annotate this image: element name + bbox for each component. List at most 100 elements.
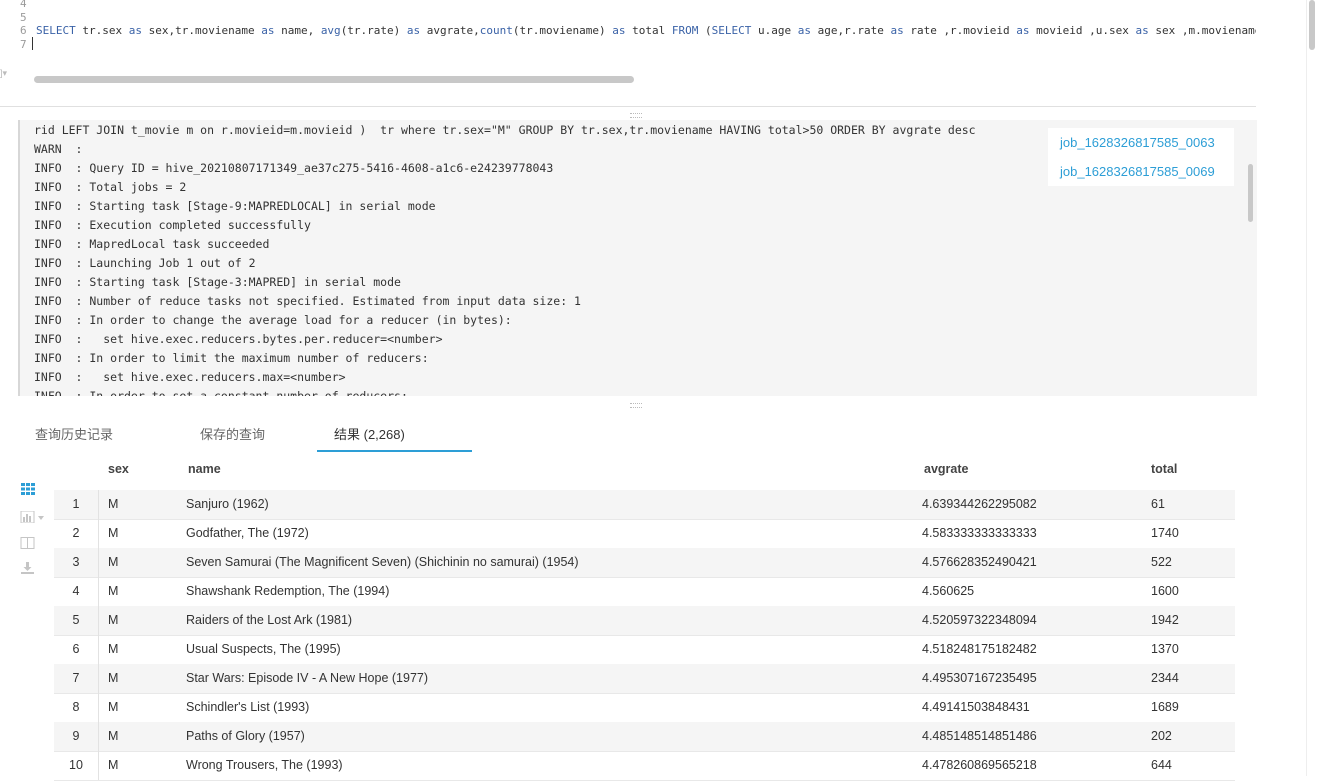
code-token: rate ,r.movieid: [903, 24, 1017, 37]
table-row[interactable]: 8 M Schindler's List (1993) 4.4914150384843…: [54, 693, 1235, 723]
row-index: 8: [54, 693, 99, 722]
text-cursor: [32, 37, 33, 50]
code-token: name,: [274, 24, 321, 37]
page-scrollbar-track: [1306, 0, 1318, 776]
cell-name: Star Wars: Episode IV - A New Hope (1977…: [186, 671, 429, 685]
column-header-avgrate[interactable]: avgrate: [924, 462, 968, 476]
code-token: avg: [320, 24, 341, 37]
tab-saved-queries[interactable]: 保存的查询: [200, 424, 265, 443]
log-line: INFO : Starting task [Stage-3:MAPRED] in…: [34, 275, 401, 289]
code-token: sex,tr.moviename: [141, 24, 262, 37]
row-index: 6: [54, 635, 99, 664]
cell-total: 2344: [1151, 671, 1179, 685]
log-line: INFO : Query ID = hive_20210807171349_ae…: [34, 161, 554, 175]
log-line: INFO : Execution completed successfully: [34, 218, 311, 232]
row-index: 2: [54, 519, 99, 548]
download-icon[interactable]: [20, 562, 36, 574]
tab-query-history[interactable]: 查询历史记录: [35, 424, 113, 443]
table-row[interactable]: 5 M Raiders of the Lost Ark (1981) 4.520597…: [54, 606, 1235, 636]
log-line: rid LEFT JOIN t_movie m on r.movieid=m.m…: [34, 123, 976, 137]
log-line: INFO : Launching Job 1 out of 2: [34, 256, 256, 270]
cell-name: Paths of Glory (1957): [186, 729, 305, 743]
cell-sex: M: [108, 555, 119, 569]
cell-sex: M: [108, 497, 119, 511]
line-number: 5: [20, 11, 27, 24]
cell-sex: M: [108, 700, 119, 714]
job-link[interactable]: job_1628326817585_0063: [1048, 128, 1234, 157]
editor-divider: [0, 106, 1256, 107]
log-line: WARN :: [34, 142, 83, 156]
sql-editor[interactable]: 4 5 6 7 SELECT tr.sex as sex,tr.movienam…: [0, 0, 1256, 88]
code-token: (: [698, 24, 712, 37]
column-header-sex[interactable]: sex: [108, 462, 129, 476]
line-number: 4: [20, 0, 27, 10]
cell-total: 1689: [1151, 700, 1179, 714]
code-token: tr.sex: [75, 24, 129, 37]
table-row[interactable]: 6 M Usual Suspects, The (1995) 4.5182481751…: [54, 635, 1235, 665]
cell-total: 1740: [1151, 526, 1179, 540]
log-line: INFO : In order to change the average lo…: [34, 313, 512, 327]
code-token: as: [261, 24, 275, 37]
log-line: INFO : set hive.exec.reducers.max=<numbe…: [34, 370, 346, 384]
code-token: movieid ,u.sex: [1029, 24, 1136, 37]
cell-sex: M: [108, 584, 119, 598]
code-token: as: [1016, 24, 1030, 37]
page-scrollbar[interactable]: [1309, 0, 1315, 50]
table-row[interactable]: 2 M Godfather, The (1972) 4.583333333333333…: [54, 519, 1235, 549]
code-token: SELECT: [36, 24, 76, 37]
column-header-name[interactable]: name: [188, 462, 221, 476]
code-token: as: [406, 24, 421, 37]
sql-code-line[interactable]: SELECT tr.sex as sex,tr.moviename as nam…: [36, 24, 1256, 37]
grid-icon[interactable]: [20, 483, 36, 495]
code-token: (tr.rate): [340, 24, 407, 37]
cell-avgrate: 4.520597322348094: [922, 613, 1037, 627]
cell-total: 522: [1151, 555, 1172, 569]
row-index: 4: [54, 577, 99, 606]
code-token: avgrate,: [420, 24, 480, 37]
cell-name: Usual Suspects, The (1995): [186, 642, 341, 656]
code-token: as: [612, 24, 626, 37]
line-number: 6: [20, 24, 27, 37]
code-token: u.age: [751, 24, 798, 37]
cell-avgrate: 4.49141503848431: [922, 700, 1030, 714]
cell-total: 1600: [1151, 584, 1179, 598]
table-row[interactable]: 7 M Star Wars: Episode IV - A New Hope (19…: [54, 664, 1235, 694]
log-line: INFO : In order to limit the maximum num…: [34, 351, 429, 365]
row-index: 1: [54, 490, 99, 519]
cell-avgrate: 4.518248175182482: [922, 642, 1037, 656]
cell-total: 1942: [1151, 613, 1179, 627]
fold-caret-icon[interactable]: ]▾: [0, 68, 7, 79]
chart-icon[interactable]: [20, 511, 48, 523]
table-row[interactable]: 4 M Shawshank Redemption, The (1994) 4.5606…: [54, 577, 1235, 607]
row-index: 7: [54, 664, 99, 693]
log-line: INFO : Starting task [Stage-9:MAPREDLOCA…: [34, 199, 436, 213]
columns-icon[interactable]: [20, 537, 36, 549]
cell-avgrate: 4.583333333333333: [922, 526, 1037, 540]
cell-avgrate: 4.560625: [922, 584, 975, 598]
cell-sex: M: [108, 642, 119, 656]
editor-horizontal-scrollbar[interactable]: [34, 76, 634, 83]
code-token: age,r.rate: [810, 24, 891, 37]
code-token: sex ,m.moviename: [1148, 24, 1256, 37]
cell-avgrate: 4.485148514851486: [922, 729, 1037, 743]
job-list: job_1628326817585_0063 job_1628326817585…: [1048, 128, 1234, 186]
table-row[interactable]: 10 M Wrong Trousers, The (1993) 4.478260869…: [54, 751, 1235, 781]
tab-results[interactable]: 结果 (2,268): [334, 424, 405, 443]
cell-name: Shawshank Redemption, The (1994): [186, 584, 390, 598]
resize-grip[interactable]: [630, 403, 642, 408]
log-scrollbar[interactable]: [1248, 164, 1253, 222]
log-line: INFO : In order to set a constant number…: [34, 389, 408, 396]
cell-sex: M: [108, 729, 119, 743]
code-token: count: [479, 24, 513, 37]
code-token: as: [128, 24, 142, 37]
log-line: INFO : Number of reduce tasks not specif…: [34, 294, 581, 308]
resize-grip[interactable]: [630, 113, 642, 118]
code-token: FROM: [671, 24, 699, 37]
column-header-total[interactable]: total: [1151, 462, 1177, 476]
table-row[interactable]: 3 M Seven Samurai (The Magnificent Seven) …: [54, 548, 1235, 578]
cell-name: Sanjuro (1962): [186, 497, 269, 511]
table-row[interactable]: 9 M Paths of Glory (1957) 4.485148514851486…: [54, 722, 1235, 752]
job-link[interactable]: job_1628326817585_0069: [1048, 157, 1234, 186]
cell-sex: M: [108, 613, 119, 627]
table-row[interactable]: 1 M Sanjuro (1962) 4.639344262295082 61: [54, 490, 1235, 520]
